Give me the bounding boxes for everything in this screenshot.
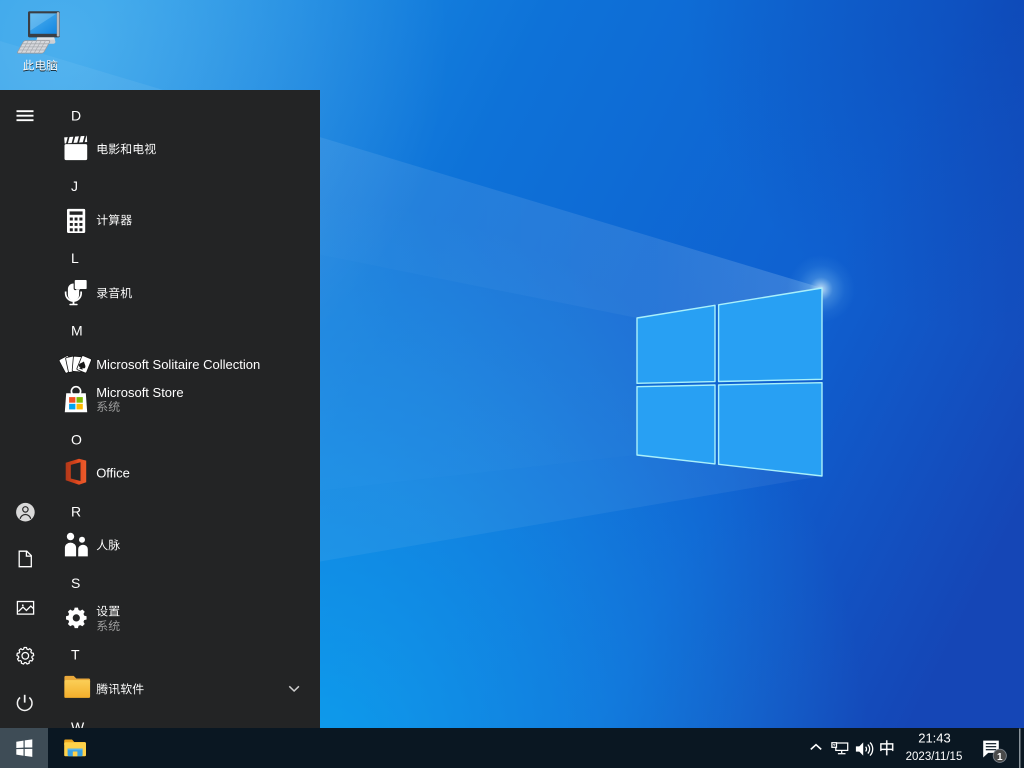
svg-text:21:43: 21:43 [918,731,951,746]
svg-text:1: 1 [997,752,1003,763]
svg-text:Microsoft Solitaire Collection: Microsoft Solitaire Collection [96,357,260,372]
svg-text:Office: Office [96,465,130,480]
svg-text:L: L [71,250,79,266]
svg-text:M: M [71,322,83,338]
svg-text:J: J [71,178,78,194]
svg-text:S: S [71,575,80,591]
svg-text:O: O [71,432,82,448]
svg-text:R: R [71,504,81,520]
svg-text:Microsoft Store: Microsoft Store [96,385,183,400]
svg-text:D: D [71,107,81,123]
svg-text:T: T [71,647,80,663]
svg-text:2023/11/15: 2023/11/15 [906,751,963,763]
